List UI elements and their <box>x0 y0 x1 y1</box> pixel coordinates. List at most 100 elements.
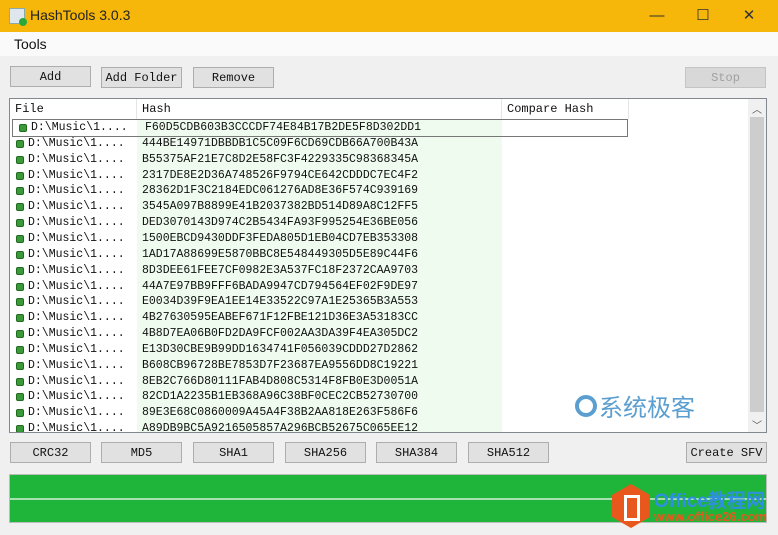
table-row[interactable]: D:\Music\1.... F60D5CDB603B3CCCDF74E84B17… <box>12 119 628 137</box>
file-path: D:\Music\1.... <box>28 247 125 261</box>
table-row[interactable]: D:\Music\1.... 8EB2C766D80111FAB4D808C531… <box>10 374 630 390</box>
watermark-url: www.office26.com <box>654 509 767 524</box>
file-status-icon <box>16 139 24 148</box>
hash-value: B55375AF21E7C8D2E58FC3F4229335C98368345A <box>142 152 419 166</box>
file-path: D:\Music\1.... <box>28 327 125 341</box>
file-path: D:\Music\1.... <box>28 231 125 245</box>
file-path: D:\Music\1.... <box>28 295 125 309</box>
file-path: D:\Music\1.... <box>28 136 125 150</box>
sha256-button[interactable]: SHA256 <box>285 442 366 463</box>
maximize-button[interactable]: ☐ <box>688 4 718 28</box>
hash-value: DED3070143D974C2B5434FA93F995254E36BE056 <box>142 216 419 230</box>
table-row[interactable]: D:\Music\1.... 8D3DEE61FEE7CF0982E3A537FC… <box>10 263 630 279</box>
hash-value: A89DB9BC5A9216505857A296BCB52675C065EE12 <box>142 422 419 433</box>
file-path: D:\Music\1.... <box>28 184 125 198</box>
hash-value: 1500EBCD9430DDF3FEDA805D1EB04CD7EB353308 <box>142 231 419 245</box>
table-row[interactable]: D:\Music\1.... 1AD17A88699E5870BBC8E54844… <box>10 247 630 263</box>
table-row[interactable]: D:\Music\1.... 82CD1A2235B1EB368A96C38BF0… <box>10 389 630 405</box>
table-row[interactable]: D:\Music\1.... 2317DE8E2D36A748526F9794CE… <box>10 168 630 184</box>
column-header-compare-hash[interactable]: Compare Hash <box>502 99 629 119</box>
window-title: HashTools 3.0.3 <box>30 7 131 23</box>
column-header-hash[interactable]: Hash <box>137 99 502 119</box>
hash-value: 89E3E68C0860009A45A4F38B2AA818E263F586F6 <box>142 406 419 420</box>
hash-value: 82CD1A2235B1EB368A96C38BF0CEC2CB52730700 <box>142 390 419 404</box>
file-status-icon <box>19 124 27 132</box>
table-row[interactable]: D:\Music\1.... 1500EBCD9430DDF3FEDA805D1E… <box>10 231 630 247</box>
remove-button[interactable]: Remove <box>193 67 274 88</box>
table-row[interactable]: D:\Music\1.... E13D30CBE9B99DD1634741F056… <box>10 342 630 358</box>
file-path: D:\Music\1.... <box>28 342 125 356</box>
watermark-logo-1: 系统极客 <box>575 388 695 423</box>
file-path: D:\Music\1.... <box>28 406 125 420</box>
minimize-button[interactable]: — <box>642 4 672 28</box>
file-status-icon <box>16 250 24 259</box>
file-path: D:\Music\1.... <box>28 390 125 404</box>
stop-button[interactable]: Stop <box>685 67 766 88</box>
add-button[interactable]: Add <box>10 66 91 87</box>
table-row[interactable]: D:\Music\1.... 4B8D7EA06B0FD2DA9FCF002AA3… <box>10 326 630 342</box>
hash-value: 2317DE8E2D36A748526F9794CE642CDDDC7EC4F2 <box>142 168 419 182</box>
sha384-button[interactable]: SHA384 <box>376 442 457 463</box>
sha512-button[interactable]: SHA512 <box>468 442 549 463</box>
file-path: D:\Music\1.... <box>28 279 125 293</box>
add-folder-button[interactable]: Add Folder <box>101 67 182 88</box>
table-row[interactable]: D:\Music\1.... 3545A097B8899E41B2037382BD… <box>10 199 630 215</box>
file-status-icon <box>16 219 24 228</box>
file-status-icon <box>16 345 24 354</box>
create-sfv-button[interactable]: Create SFV <box>686 442 767 463</box>
scroll-down-icon[interactable]: ﹀ <box>748 417 766 432</box>
file-status-icon <box>16 282 24 291</box>
file-hash-list[interactable]: File Hash Compare Hash D:\Music\1.... F60… <box>9 98 767 433</box>
hash-value: 4B27630595EABEF671F12FBE121D36E3A53183CC <box>142 311 419 325</box>
table-row[interactable]: D:\Music\1.... B55375AF21E7C8D2E58FC3F422… <box>10 152 630 168</box>
file-path: D:\Music\1.... <box>28 358 125 372</box>
hash-value: E0034D39F9EA1EE14E33522C97A1E25365B3A553 <box>142 295 419 309</box>
md5-button[interactable]: MD5 <box>101 442 182 463</box>
file-status-icon <box>16 330 24 339</box>
table-row[interactable]: D:\Music\1.... 44A7E97BB9FFF6BADA9947CD79… <box>10 279 630 295</box>
file-path: D:\Music\1.... <box>28 422 125 433</box>
file-path: D:\Music\1.... <box>28 152 125 166</box>
hash-value: B608CB96728BE7853D7F23687EA9556DD8C19221 <box>142 358 419 372</box>
table-row[interactable]: D:\Music\1.... 89E3E68C0860009A45A4F38B2A… <box>10 405 630 421</box>
title-bar: HashTools 3.0.3 — ☐ ✕ <box>0 0 778 32</box>
scrollbar-thumb[interactable] <box>750 117 764 412</box>
file-status-icon <box>16 266 24 275</box>
file-path: D:\Music\1.... <box>28 311 125 325</box>
scroll-up-icon[interactable]: ︿ <box>748 101 766 116</box>
menu-bar <box>0 32 778 56</box>
logo-ring-icon <box>575 394 597 417</box>
watermark-text: 系统极客 <box>599 395 695 422</box>
menu-tools[interactable]: Tools <box>14 36 47 52</box>
file-path: D:\Music\1.... <box>28 263 125 277</box>
file-path: D:\Music\1.... <box>31 121 128 134</box>
hash-value: 28362D1F3C2184EDC061276AD8E36F574C939169 <box>142 184 419 198</box>
hash-value: 8EB2C766D80111FAB4D808C5314F8FB0E3D0051A <box>142 374 419 388</box>
table-row[interactable]: D:\Music\1.... E0034D39F9EA1EE14E33522C97… <box>10 294 630 310</box>
file-status-icon <box>16 234 24 243</box>
file-path: D:\Music\1.... <box>28 216 125 230</box>
table-row[interactable]: D:\Music\1.... DED3070143D974C2B5434FA93F… <box>10 215 630 231</box>
table-row[interactable]: D:\Music\1.... 4B27630595EABEF671F12FBE12… <box>10 310 630 326</box>
sha1-button[interactable]: SHA1 <box>193 442 274 463</box>
table-row[interactable]: D:\Music\1.... A89DB9BC5A9216505857A296BC… <box>10 421 630 433</box>
hash-value: 444BE14971DBBDB1C5C09F6CD69CDB66A700B43A <box>142 136 419 150</box>
file-status-icon <box>16 425 24 432</box>
table-row[interactable]: D:\Music\1.... 444BE14971DBBDB1C5C09F6CD6… <box>10 136 630 152</box>
hash-value: E13D30CBE9B99DD1634741F056039CDDD27D2862 <box>142 342 419 356</box>
file-status-icon <box>16 171 24 180</box>
table-row[interactable]: D:\Music\1.... B608CB96728BE7853D7F23687E… <box>10 358 630 374</box>
close-button[interactable]: ✕ <box>734 4 764 28</box>
file-status-icon <box>16 203 24 212</box>
file-path: D:\Music\1.... <box>28 374 125 388</box>
hash-value: 3545A097B8899E41B2037382BD514D89A8C12FF5 <box>142 200 419 214</box>
hash-value: 44A7E97BB9FFF6BADA9947CD794564EF02F9DE97 <box>142 279 419 293</box>
vertical-scrollbar[interactable]: ︿ ﹀ <box>748 99 766 432</box>
file-status-icon <box>16 361 24 370</box>
file-status-icon <box>16 187 24 196</box>
column-header-file[interactable]: File <box>10 99 137 119</box>
file-path: D:\Music\1.... <box>28 168 125 182</box>
table-row[interactable]: D:\Music\1.... 28362D1F3C2184EDC061276AD8… <box>10 183 630 199</box>
crc32-button[interactable]: CRC32 <box>10 442 91 463</box>
file-status-icon <box>16 314 24 323</box>
